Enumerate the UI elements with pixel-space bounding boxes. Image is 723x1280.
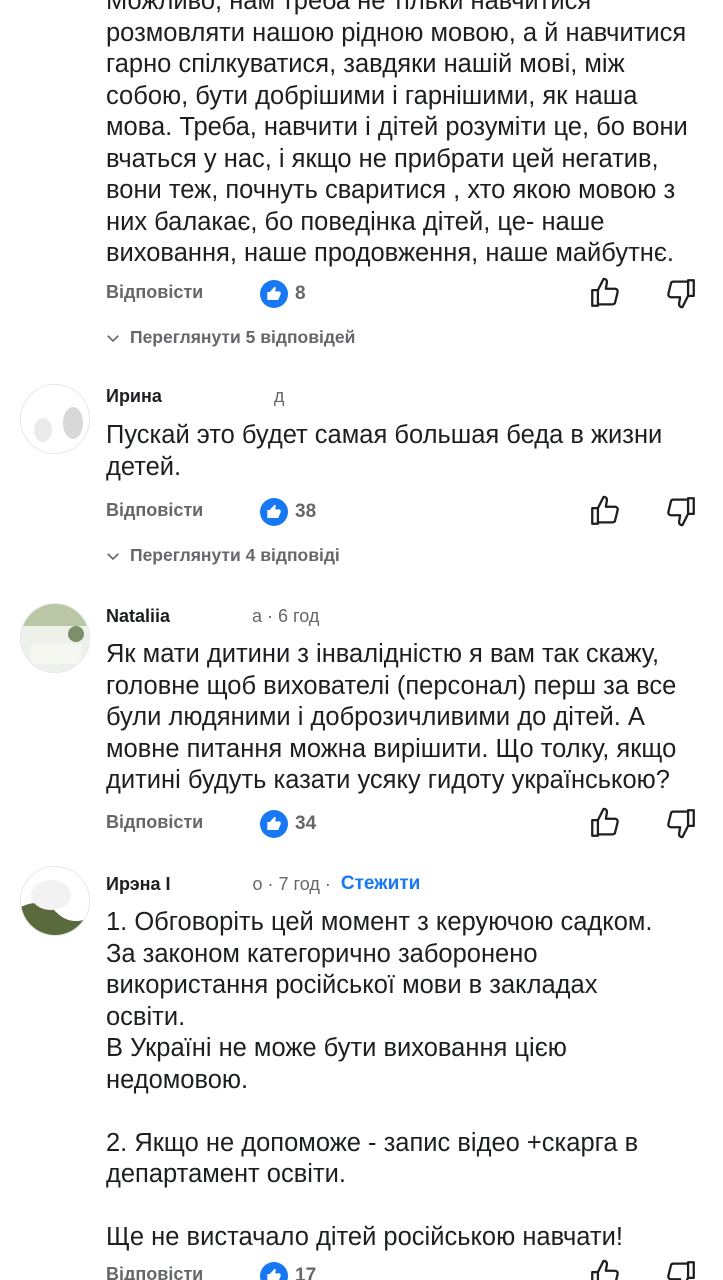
like-reaction-icon bbox=[260, 810, 288, 838]
thumb-up-icon[interactable] bbox=[588, 494, 622, 528]
comment-actions: Відповісти 8 bbox=[106, 277, 723, 310]
chevron-down-icon bbox=[107, 552, 119, 560]
like-count: 38 bbox=[295, 501, 317, 522]
like-count-badge[interactable]: 34 bbox=[260, 810, 316, 838]
comment-header: Nataliia а · 6 год bbox=[106, 606, 319, 627]
comment-actions: Відповісти 17 bbox=[106, 1259, 723, 1280]
view-replies-link[interactable]: Переглянути 5 відповідей bbox=[104, 327, 355, 348]
view-replies-link[interactable]: Переглянути 4 відповіді bbox=[104, 545, 340, 566]
comment-meta: д bbox=[273, 386, 285, 406]
redacted-name bbox=[170, 876, 251, 892]
reply-button[interactable]: Відповісти bbox=[106, 282, 203, 303]
like-reaction-icon bbox=[260, 498, 288, 526]
thumb-down-icon[interactable] bbox=[664, 1258, 698, 1280]
thumb-up-icon[interactable] bbox=[588, 1258, 622, 1280]
author-name[interactable]: Ирина bbox=[106, 386, 162, 407]
avatar[interactable] bbox=[20, 603, 90, 673]
reply-button[interactable]: Відповісти bbox=[106, 500, 203, 521]
comment-text: Пускай это будет самая большая беда в жи… bbox=[106, 421, 663, 481]
comment-header: Ирина д bbox=[106, 386, 284, 407]
comment-text: 1. Обговоріть цей момент з керуючою садк… bbox=[106, 908, 653, 1251]
redacted-name bbox=[170, 608, 251, 625]
like-count: 17 bbox=[295, 1265, 317, 1280]
comment-text: Можливо, нам треба не тільки навчитися р… bbox=[106, 0, 688, 267]
thumb-up-icon[interactable] bbox=[588, 806, 622, 840]
reply-button[interactable]: Відповісти bbox=[106, 1264, 203, 1280]
view-replies-label: Переглянути 4 відповіді bbox=[130, 545, 340, 565]
view-replies-label: Переглянути 5 відповідей bbox=[130, 327, 356, 347]
comment-header: Ирэна І о · 7 год · Стежити bbox=[106, 873, 420, 895]
like-reaction-icon bbox=[260, 1262, 288, 1280]
like-count: 34 bbox=[295, 813, 317, 834]
author-name[interactable]: Nataliia bbox=[106, 606, 170, 627]
like-count-badge[interactable]: 17 bbox=[260, 1262, 316, 1280]
like-count-badge[interactable]: 8 bbox=[260, 280, 306, 308]
comment-actions: Відповісти 34 bbox=[106, 807, 723, 840]
comment-meta: а · 6 год bbox=[252, 606, 320, 626]
thumb-down-icon[interactable] bbox=[664, 494, 698, 528]
comment-text: Як мати дитини з інвалідністю я вам так … bbox=[106, 640, 677, 794]
thumb-up-icon[interactable] bbox=[588, 276, 622, 310]
author-name[interactable]: Ирэна І bbox=[106, 874, 171, 895]
like-count: 8 bbox=[295, 283, 306, 304]
avatar[interactable] bbox=[20, 384, 90, 454]
redacted-name bbox=[161, 388, 272, 405]
thumb-down-icon[interactable] bbox=[664, 276, 698, 310]
thumb-down-icon[interactable] bbox=[664, 806, 698, 840]
chevron-down-icon bbox=[107, 334, 119, 342]
like-reaction-icon bbox=[260, 280, 288, 308]
comment-actions: Відповісти 38 bbox=[106, 495, 723, 528]
follow-button[interactable]: Стежити bbox=[341, 873, 420, 895]
comment-meta: о · 7 год · bbox=[252, 873, 331, 894]
like-count-badge[interactable]: 38 bbox=[260, 498, 316, 526]
reply-button[interactable]: Відповісти bbox=[106, 812, 203, 833]
avatar[interactable] bbox=[20, 866, 90, 936]
